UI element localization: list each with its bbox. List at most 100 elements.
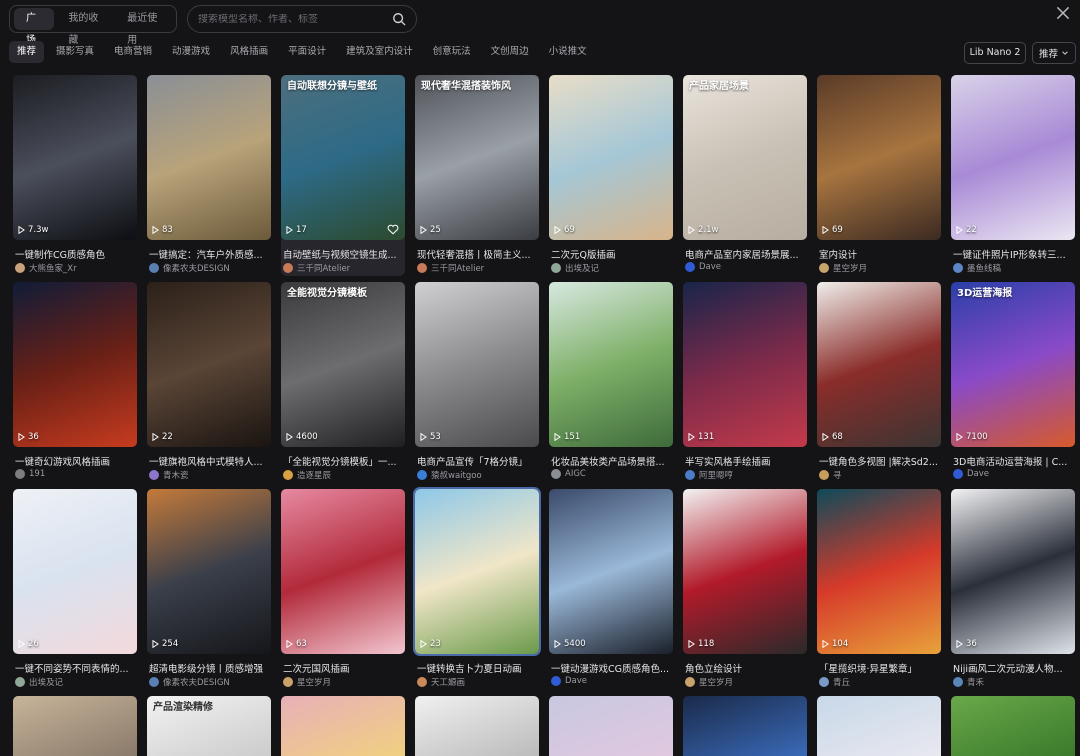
model-card[interactable]: 7.3w 一键制作CG质感角色 大熊鱼家_Xr bbox=[13, 75, 137, 276]
card-thumbnail[interactable]: 23 bbox=[413, 487, 541, 656]
card-author[interactable]: 像素农夫DESIGN bbox=[149, 262, 230, 274]
tab-recent[interactable]: 最近使用 bbox=[115, 8, 172, 46]
card-author[interactable]: 大熊鱼家_Xr bbox=[15, 262, 77, 274]
model-card[interactable]: 63 二次元国风插画 星空岁月 bbox=[281, 489, 405, 690]
category-tab[interactable]: 电商营销 bbox=[106, 41, 160, 63]
model-card[interactable]: 26 一键不同姿势不同表情的... 出埃及记 bbox=[13, 489, 137, 690]
card-thumbnail[interactable]: 63 bbox=[281, 489, 405, 654]
search-icon[interactable] bbox=[392, 12, 406, 26]
model-card[interactable]: 151 化妆品美妆类产品场景搭... AIGC bbox=[549, 282, 673, 483]
card-author[interactable]: 墨鱼线稿 bbox=[953, 262, 1001, 274]
model-card[interactable]: 现代奢华混搭装饰风 25 现代轻奢混搭丨极简主义... 三千同Atelier bbox=[415, 75, 539, 276]
model-card[interactable]: 53 电商产品宣传「7格分镜」 猿叔waitgoo bbox=[415, 282, 539, 483]
model-card[interactable]: 36 一键奇幻游戏风格插画 191 bbox=[13, 282, 137, 483]
card-author[interactable]: 青丘 bbox=[819, 676, 850, 688]
card-author[interactable]: 造逐星辰 bbox=[283, 469, 331, 481]
card-thumbnail[interactable]: 7.3w bbox=[13, 75, 137, 240]
card-author[interactable]: AIGC bbox=[551, 469, 586, 479]
card-author[interactable]: 191 bbox=[15, 469, 45, 479]
model-card[interactable]: 23 一键转换吉卜力夏日动画 天工嫄画 bbox=[413, 487, 541, 690]
card-thumbnail[interactable]: 全能视觉分镜模板 4600 bbox=[281, 282, 405, 447]
card-author[interactable]: 猿叔waitgoo bbox=[417, 469, 482, 481]
card-thumbnail[interactable]: 69 bbox=[549, 75, 673, 240]
card-thumbnail[interactable]: 22 bbox=[147, 282, 271, 447]
tab-favorites[interactable]: 我的收藏 bbox=[56, 8, 113, 46]
category-tab[interactable]: 动漫游戏 bbox=[164, 41, 218, 63]
card-thumbnail[interactable]: 118 bbox=[683, 489, 807, 654]
card-thumbnail[interactable]: 83 bbox=[147, 75, 271, 240]
model-card[interactable]: 69 室内设计 星空岁月 bbox=[817, 75, 941, 276]
card-thumbnail[interactable] bbox=[951, 696, 1075, 756]
model-card[interactable]: 产品家居场景 2.1w 电商产品室内家居场景展... Dave bbox=[683, 75, 807, 276]
card-thumbnail[interactable] bbox=[415, 696, 539, 756]
model-card[interactable]: 104 「星揽织境·异星繁章」 青丘 bbox=[817, 489, 941, 690]
model-card[interactable]: 自动联想分镜与壁纸 17 自动壁纸与视频空镜生成... 三千同Atelier bbox=[281, 75, 405, 276]
model-card[interactable]: 36 Niji画风二次元动漫人物... 青禾 bbox=[951, 489, 1075, 690]
category-tab[interactable]: 风格插画 bbox=[222, 41, 276, 63]
category-tab[interactable]: 小说推文 bbox=[541, 41, 595, 63]
card-thumbnail[interactable]: 104 bbox=[817, 489, 941, 654]
card-thumbnail[interactable]: 68 bbox=[817, 282, 941, 447]
model-card[interactable]: 131 半写实风格手绘插画 阿里嗯哼 bbox=[683, 282, 807, 483]
card-thumbnail[interactable]: 53 bbox=[415, 282, 539, 447]
card-thumbnail[interactable] bbox=[281, 696, 405, 756]
sort-select-button[interactable]: 推荐 bbox=[1032, 42, 1076, 64]
card-author[interactable]: 青禾 bbox=[953, 676, 984, 688]
card-thumbnail[interactable]: 254 bbox=[147, 489, 271, 654]
card-thumbnail[interactable]: 36 bbox=[13, 282, 137, 447]
model-card[interactable]: 22 一键旗袍风格中式模特人... 青木瓷 bbox=[147, 282, 271, 483]
card-thumbnail[interactable]: 5400 bbox=[549, 489, 673, 654]
card-author[interactable]: 阿里嗯哼 bbox=[685, 469, 733, 481]
card-author[interactable]: 三千同Atelier bbox=[283, 262, 350, 274]
card-thumbnail[interactable]: 36 bbox=[951, 489, 1075, 654]
card-author[interactable]: 寻 bbox=[819, 469, 842, 481]
tab-square[interactable]: 广场 bbox=[14, 8, 55, 46]
card-author[interactable]: 星空岁月 bbox=[685, 676, 733, 688]
model-select-button[interactable]: Lib Nano 2 bbox=[964, 42, 1026, 64]
card-thumbnail[interactable] bbox=[817, 696, 941, 756]
card-thumbnail[interactable]: 产品渲染精修 bbox=[147, 696, 271, 756]
card-thumbnail[interactable]: 22 bbox=[951, 75, 1075, 240]
card-thumbnail[interactable] bbox=[13, 696, 137, 756]
card-thumbnail[interactable]: 151 bbox=[549, 282, 673, 447]
search-input[interactable] bbox=[198, 13, 392, 25]
model-card[interactable]: 5400 一键动漫游戏CG质感角色... Dave bbox=[549, 489, 673, 690]
card-thumbnail[interactable]: 3D运营海报 7100 bbox=[951, 282, 1075, 447]
card-author[interactable]: Dave bbox=[685, 262, 721, 272]
card-thumbnail[interactable]: 自动联想分镜与壁纸 17 bbox=[281, 75, 405, 240]
card-author[interactable]: 出埃及记 bbox=[551, 262, 599, 274]
category-tab[interactable]: 摄影写真 bbox=[48, 41, 102, 63]
category-tab[interactable]: 平面设计 bbox=[280, 41, 334, 63]
card-author[interactable]: 三千同Atelier bbox=[417, 262, 484, 274]
category-tab[interactable]: 创意玩法 bbox=[425, 41, 479, 63]
model-card[interactable]: 68 一键角色多视图 |解决Sd2... 寻 bbox=[817, 282, 941, 483]
model-card[interactable]: 254 超清电影级分镜丨质感增强 像素农夫DESIGN bbox=[147, 489, 271, 690]
model-card[interactable]: 83 一键搞定：汽车户外质感... 像素农夫DESIGN bbox=[147, 75, 271, 276]
close-icon[interactable] bbox=[1054, 4, 1072, 22]
card-thumbnail[interactable] bbox=[683, 696, 807, 756]
category-tab[interactable]: 文创周边 bbox=[483, 41, 537, 63]
card-author[interactable]: 出埃及记 bbox=[15, 676, 63, 688]
model-card[interactable]: 69 二次元Q版插画 出埃及记 bbox=[549, 75, 673, 276]
model-card[interactable]: 3D运营海报 7100 3D电商活动运营海报 | C... Dave bbox=[951, 282, 1075, 483]
card-author[interactable]: 星空岁月 bbox=[283, 676, 331, 688]
card-author[interactable]: 天工嫄画 bbox=[417, 676, 465, 688]
card-author[interactable]: 星空岁月 bbox=[819, 262, 867, 274]
card-author[interactable]: Dave bbox=[953, 469, 989, 479]
model-card[interactable]: 22 一键证件照片IP形象转三... 墨鱼线稿 bbox=[951, 75, 1075, 276]
model-card[interactable]: 118 角色立绘设计 星空岁月 bbox=[683, 489, 807, 690]
card-thumbnail[interactable]: 产品家居场景 2.1w bbox=[683, 75, 807, 240]
search-box[interactable] bbox=[187, 5, 417, 33]
heart-icon[interactable] bbox=[387, 224, 399, 235]
card-author[interactable]: 像素农夫DESIGN bbox=[149, 676, 230, 688]
card-author[interactable]: 青木瓷 bbox=[149, 469, 189, 481]
card-thumbnail[interactable] bbox=[549, 696, 673, 756]
card-thumbnail[interactable]: 现代奢华混搭装饰风 25 bbox=[415, 75, 539, 240]
card-thumbnail[interactable]: 26 bbox=[13, 489, 137, 654]
model-card[interactable]: 全能视觉分镜模板 4600 「全能视觉分镜模板」一... 造逐星辰 bbox=[281, 282, 405, 483]
card-author[interactable]: Dave bbox=[551, 676, 587, 686]
category-tab[interactable]: 建筑及室内设计 bbox=[338, 41, 421, 63]
category-tab[interactable]: 推荐 bbox=[9, 41, 45, 63]
card-thumbnail[interactable]: 69 bbox=[817, 75, 941, 240]
card-thumbnail[interactable]: 131 bbox=[683, 282, 807, 447]
